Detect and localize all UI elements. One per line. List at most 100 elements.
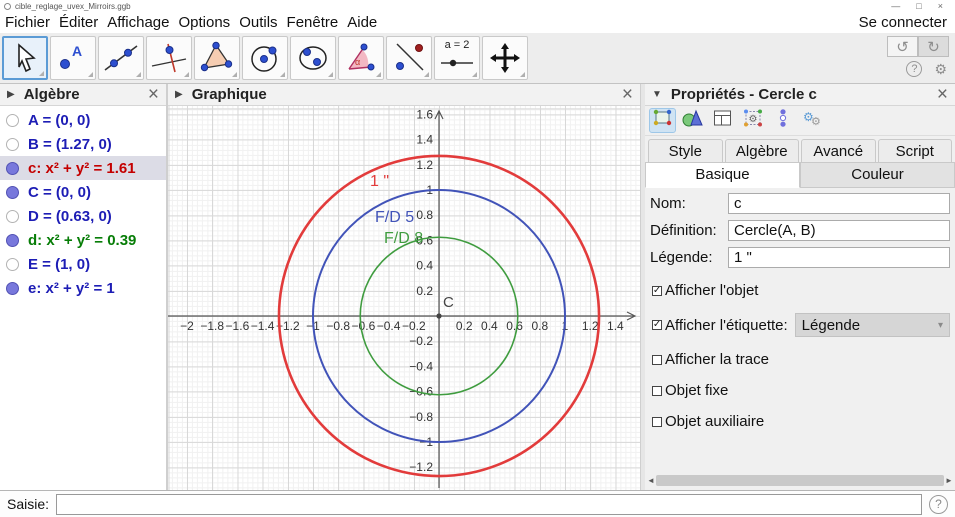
menu-item[interactable]: Éditer [59,14,98,31]
algebra-item-E[interactable]: E = (1, 0) [0,252,166,276]
algebra-item-B[interactable]: B = (1.27, 0) [0,132,166,156]
graphics-view[interactable]: −2−1.8−1.6−1.4−1.2−1−0.8−0.6−0.4−0.20.20… [168,106,640,490]
settings-gear-button[interactable]: ⚙ [934,61,947,78]
object-visibility-toggle[interactable] [6,234,19,247]
tool-perpendicular-button[interactable] [146,36,192,80]
tool-polygon-button[interactable] [194,36,240,80]
show-label-checkbox[interactable]: ✓ [652,320,662,330]
undo-button[interactable]: ↺ [887,36,918,57]
tab-couleur[interactable]: Couleur [800,162,955,188]
sign-in-link[interactable]: Se connecter [859,14,955,31]
props-graphics-tab-icon[interactable] [679,108,706,133]
label-style-dropdown[interactable]: Légende ▾ [795,313,950,337]
object-visibility-toggle[interactable] [6,258,19,271]
properties-horizontal-scrollbar[interactable]: ◄ ► [647,473,953,487]
help-button[interactable]: ? [906,61,922,77]
tool-icon: A [51,41,95,75]
close-algebra-panel-button[interactable]: × [148,86,159,104]
algebra-item-A[interactable]: A = (0, 0) [0,108,166,132]
algebra-item-C[interactable]: C = (0, 0) [0,180,166,204]
menu-item[interactable]: Aide [347,14,377,31]
object-fields: Nom: Définition: Légende: [650,193,950,268]
close-window-button[interactable]: × [938,1,943,11]
tool-dropdown-arrow-icon[interactable] [232,72,237,77]
object-visibility-toggle[interactable] [6,186,19,199]
panel-expand-arrow-icon[interactable]: ▼ [652,89,662,100]
graph-svg[interactable]: −2−1.8−1.6−1.4−1.2−1−0.8−0.6−0.4−0.20.20… [168,106,640,490]
algebra-item-d[interactable]: d: x² + y² = 0.39 [0,228,166,252]
object-visibility-toggle[interactable] [6,114,19,127]
tool-angle-button[interactable]: α [338,36,384,80]
tool-dropdown-arrow-icon[interactable] [472,72,477,77]
fixed-object-label: Objet fixe [665,382,728,399]
tab-style[interactable]: Style [648,139,723,162]
props-objects-tab-icon[interactable] [649,108,676,133]
caption-field[interactable] [728,247,950,268]
close-graphics-panel-button[interactable]: × [622,86,633,104]
tool-point-button[interactable]: A [50,36,96,80]
tool-dropdown-arrow-icon[interactable] [136,72,141,77]
name-field[interactable] [728,193,950,214]
input-help-button[interactable]: ? [929,495,948,514]
show-trace-checkbox[interactable] [652,355,662,365]
algebra-item-e[interactable]: e: x² + y² = 1 [0,276,166,300]
tab-script[interactable]: Script [878,139,953,162]
props-layout-tab-icon[interactable] [709,108,736,133]
show-object-checkbox[interactable]: ✓ [652,286,662,296]
close-properties-panel-button[interactable]: × [937,86,948,104]
object-visibility-toggle[interactable] [6,282,19,295]
tool-dropdown-arrow-icon[interactable] [328,72,333,77]
algebra-input-field[interactable] [56,494,922,515]
menu-item[interactable]: Fichier [5,14,50,31]
scroll-left-arrow-icon[interactable]: ◄ [647,476,655,485]
redo-button[interactable]: ↻ [918,36,949,57]
svg-text:α: α [355,57,360,67]
tool-line-button[interactable] [98,36,144,80]
tool-slider-button[interactable]: a = 2 [434,36,480,80]
field-label: Légende: [650,249,728,266]
tool-dropdown-arrow-icon[interactable] [184,72,189,77]
circle-caption-label: 1 " [370,173,389,190]
object-visibility-toggle[interactable] [6,138,19,151]
x-tick-label: −1.6 [226,319,250,333]
fixed-object-row: Objet fixe [652,382,950,399]
properties-sub-tabs: Basique Couleur [645,162,955,188]
menu-item[interactable]: Options [178,14,230,31]
tool-conic-button[interactable] [290,36,336,80]
tool-move-view-button[interactable] [482,36,528,80]
tool-dropdown-arrow-icon[interactable] [424,72,429,77]
props-defaults-tab-icon[interactable]: ⚙ [739,108,766,133]
minimize-button[interactable]: — [891,1,900,11]
fixed-object-checkbox[interactable] [652,386,662,396]
panel-collapse-arrow-icon[interactable]: ▶ [7,89,15,100]
tool-dropdown-arrow-icon[interactable] [520,72,525,77]
object-visibility-toggle[interactable] [6,210,19,223]
tool-move-button[interactable] [2,36,48,80]
props-list-tab-icon[interactable] [769,108,796,133]
tool-dropdown-arrow-icon[interactable] [280,72,285,77]
tool-dropdown-arrow-icon[interactable] [376,72,381,77]
tab-avance[interactable]: Avancé [801,139,876,162]
scroll-right-arrow-icon[interactable]: ► [945,476,953,485]
object-visibility-toggle[interactable] [6,162,19,175]
maximize-button[interactable]: □ [916,1,921,11]
algebra-item-D[interactable]: D = (0.63, 0) [0,204,166,228]
scrollbar-thumb[interactable] [656,475,944,486]
menu-item[interactable]: Affichage [107,14,169,31]
props-advanced-tab-icon[interactable]: ⚙⚙ [799,108,826,133]
field-row: Définition: [650,220,950,241]
object-definition-text: E = (1, 0) [28,256,90,273]
menu-item[interactable]: Fenêtre [287,14,339,31]
menu-item[interactable]: Outils [239,14,277,31]
y-tick-label: 1.4 [416,133,433,147]
tool-circle-button[interactable] [242,36,288,80]
tool-reflect-button[interactable] [386,36,432,80]
tab-basique[interactable]: Basique [645,162,800,188]
tool-dropdown-arrow-icon[interactable] [88,72,93,77]
tool-dropdown-arrow-icon[interactable] [39,71,44,76]
auxiliary-object-checkbox[interactable] [652,417,662,427]
tab-algebre[interactable]: Algèbre [725,139,800,162]
panel-collapse-arrow-icon[interactable]: ▶ [175,89,183,100]
definition-field[interactable] [728,220,950,241]
algebra-item-c[interactable]: c: x² + y² = 1.61 [0,156,166,180]
